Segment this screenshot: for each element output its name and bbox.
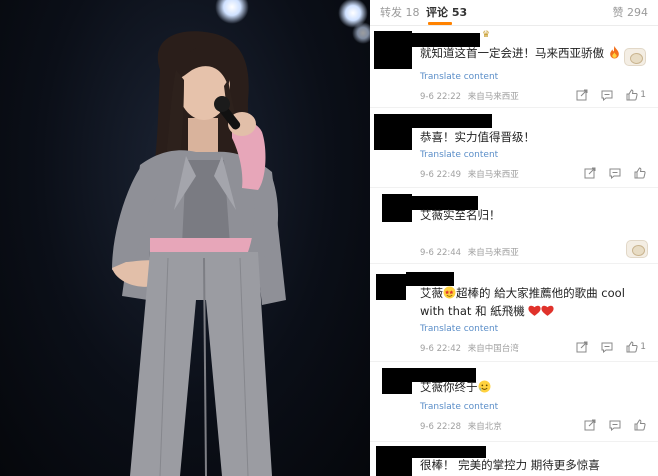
comment-item: 艾薇 超棒的 給大家推薦他的歌曲 cool with that 和 紙飛機 Tra… [370,264,658,362]
comment-text: with that 和 紙飛機 [420,302,554,321]
smile-emoji [478,380,491,393]
redacted-avatar [374,31,412,69]
comment-text-body: 超棒的 給大家推薦他的歌曲 cool [456,286,625,300]
comment-item: 艾薇你终于 Translate content 9-6 22:28 来自北京 [370,362,658,442]
comments-panel: 转发 18 评论 53 赞 294 ♛ 就知道这首一定会进！马来西亚骄傲 Tra… [370,0,658,476]
comment-item: 很棒！ 完美的掌控力 期待更多惊喜 [370,442,658,476]
tab-likes[interactable]: 赞 294 [613,4,649,20]
heart-emoji [528,304,541,317]
translate-link[interactable]: Translate content [420,324,498,334]
translate-link[interactable]: Translate content [420,402,498,412]
comment-actions [571,166,646,180]
comment-text: 艾薇实至名归！ [420,208,501,222]
repost-icon[interactable] [584,167,596,179]
comment-time: 9-6 22:42 [420,344,462,354]
comment-text-body: with that 和 紙飛機 [420,304,525,318]
redacted-username [410,114,492,128]
fire-emoji [608,46,621,59]
like-icon[interactable] [634,167,646,179]
repost-icon[interactable] [576,89,588,101]
comment-time: 9-6 22:44 [420,248,462,258]
comment-meta: 9-6 22:49 来自马来西亚 [420,168,523,180]
comment-location: 来自中国台湾 [467,344,519,354]
redacted-avatar [376,274,406,300]
comment-icon[interactable] [601,341,613,353]
redacted-avatar [382,194,412,222]
comment-text: 艾薇 超棒的 給大家推薦他的歌曲 cool [420,284,625,303]
singer-figure [112,31,286,476]
comment-meta: 9-6 22:22 来自马来西亚 [420,90,523,102]
comment-actions: 1 [563,88,646,102]
active-tab-indicator [428,22,452,25]
comment-meta: 9-6 22:42 来自中国台湾 [420,342,523,354]
comment-location: 来自北京 [467,422,502,432]
heart-emoji [541,304,554,317]
sticker-emoji [626,240,648,258]
like-icon[interactable] [626,89,638,101]
comment-time: 9-6 22:22 [420,92,462,102]
like-count: 1 [640,90,646,100]
comment-text-body: 艾薇你终于 [420,380,478,394]
performance-photo [0,0,370,476]
sticker-emoji [624,48,646,66]
comment-text: 恭喜！实力值得晋级！ [420,130,535,144]
comment-item: 艾薇实至名归！ 9-6 22:44 来自马来西亚 [370,188,658,264]
comment-text: 就知道这首一定会进！马来西亚骄傲 [420,44,621,63]
comment-actions [571,418,646,432]
comment-meta: 9-6 22:44 来自马来西亚 [420,246,523,258]
translate-link[interactable]: Translate content [420,150,498,160]
comment-text-body: 艾薇 [420,286,443,300]
comment-actions: 1 [563,340,646,354]
comment-icon[interactable] [609,419,621,431]
tab-bar: 转发 18 评论 53 赞 294 [370,0,658,26]
comment-location: 来自马来西亚 [467,170,519,180]
comment-text: 很棒！ 完美的掌控力 期待更多惊喜 [420,458,600,472]
comment-icon[interactable] [601,89,613,101]
comment-item: ♛ 就知道这首一定会进！马来西亚骄傲 Translate content 9-6… [370,26,658,108]
comment-location: 来自马来西亚 [467,92,519,102]
redacted-avatar [374,114,412,150]
repost-icon[interactable] [584,419,596,431]
crown-icon: ♛ [482,30,491,40]
like-icon[interactable] [626,341,638,353]
comment-time: 9-6 22:49 [420,170,462,180]
like-icon[interactable] [634,419,646,431]
comment-item: 恭喜！实力值得晋级！ Translate content 9-6 22:49 来… [370,108,658,188]
comment-location: 来自马来西亚 [467,248,519,258]
comment-icon[interactable] [609,167,621,179]
star-face-emoji [443,286,456,299]
comment-text-body: 就知道这首一定会进！马来西亚骄傲 [420,46,604,60]
redacted-avatar [382,368,412,394]
comment-text: 艾薇你终于 [420,378,491,397]
translate-link[interactable]: Translate content [420,72,498,82]
like-count: 1 [640,342,646,352]
comment-meta: 9-6 22:28 来自北京 [420,420,506,432]
tab-reposts[interactable]: 转发 18 [380,4,420,20]
repost-icon[interactable] [576,341,588,353]
tab-comments[interactable]: 评论 53 [426,4,467,20]
comment-time: 9-6 22:28 [420,422,462,432]
